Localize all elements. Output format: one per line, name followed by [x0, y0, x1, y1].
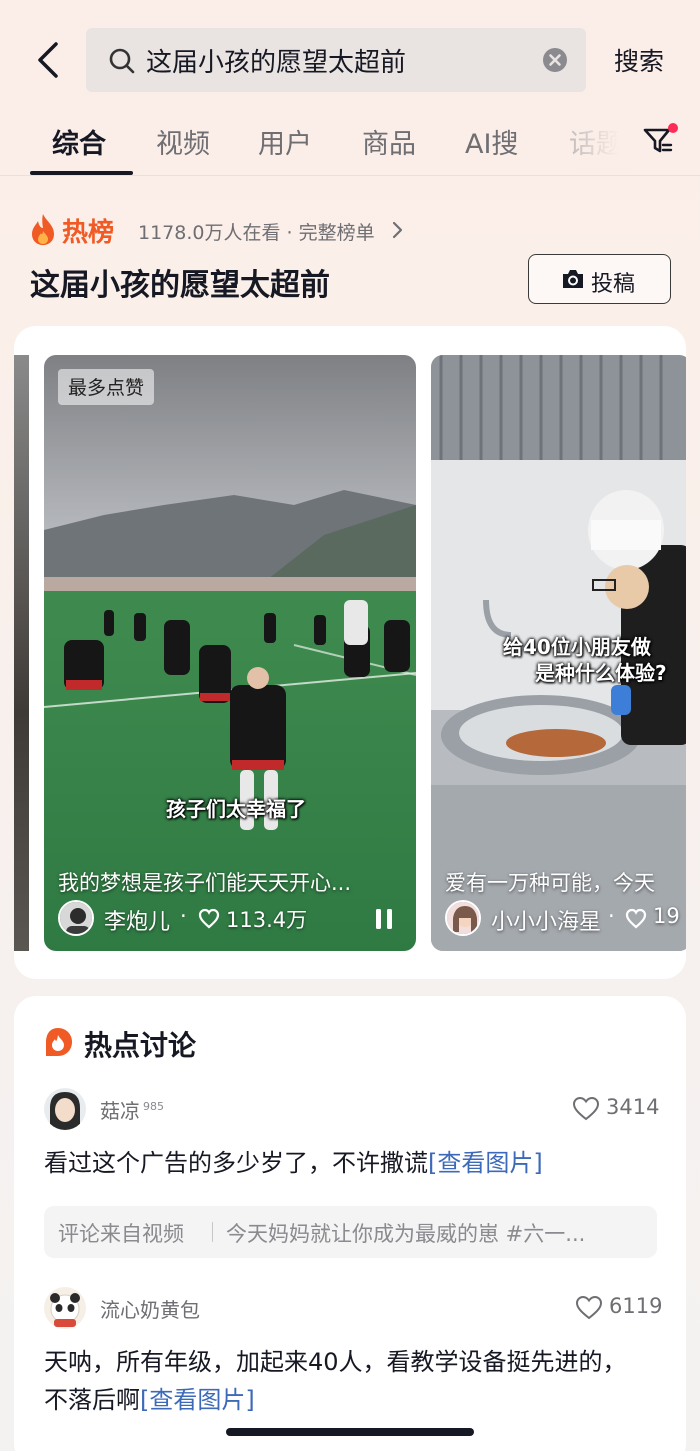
comment-source-text: 今天妈妈就让你成为最威的崽 #六一... — [226, 1222, 586, 1246]
tab-bar: 综合 视频 用户 商品 AI搜 话题 — [0, 108, 700, 176]
video-author-name[interactable]: 小小小海星 — [491, 904, 601, 936]
heart-icon — [198, 908, 220, 929]
view-image-link[interactable]: [查看图片] — [140, 1386, 255, 1414]
separator-dot: · — [608, 904, 615, 928]
video-overlay-caption-line1: 给40位小朋友做 — [503, 635, 651, 659]
comment-like-count: 3414 — [606, 1095, 660, 1119]
discussion-flame-icon — [46, 1028, 72, 1056]
post-button[interactable]: 投稿 — [528, 254, 671, 304]
search-button[interactable]: 搜索 — [614, 42, 664, 78]
tab-products[interactable]: 商品 — [362, 122, 416, 161]
camera-icon — [563, 270, 583, 288]
hot-list-meta[interactable]: 1178.0万人在看 · 完整榜单 — [138, 218, 375, 245]
heart-icon — [625, 908, 647, 929]
search-query[interactable]: 这届小孩的愿望太超前 — [146, 42, 406, 79]
back-button[interactable] — [30, 38, 70, 82]
previous-video-peek[interactable] — [14, 355, 29, 951]
comment-source[interactable]: 评论来自视频 今天妈妈就让你成为最威的崽 #六一... — [44, 1206, 657, 1258]
separator-dot: · — [180, 904, 187, 928]
video-author-name[interactable]: 李炮儿 — [104, 904, 170, 936]
avatar[interactable] — [44, 1287, 86, 1329]
video-carousel: 最多点赞 孩子们太幸福了 我的梦想是孩子们能天天开心... 李炮儿 · 113.… — [14, 326, 686, 979]
video-overlay-caption: 孩子们太幸福了 — [166, 797, 306, 821]
active-tab-indicator — [30, 171, 133, 175]
flame-icon — [32, 214, 54, 245]
video-caption: 我的梦想是孩子们能天天开心... — [58, 871, 352, 895]
back-arrow-icon — [38, 42, 58, 78]
filter-icon[interactable] — [640, 120, 680, 160]
like-icon[interactable] — [575, 1295, 603, 1321]
tab-ai-search[interactable]: AI搜 — [465, 122, 518, 161]
video-caption: 爱有一万种可能，今天 — [445, 871, 655, 895]
most-liked-badge: 最多点赞 — [58, 369, 155, 405]
comment-text: 看过这个广告的多少岁了，不许撒谎[查看图片] — [44, 1149, 543, 1177]
search-header: 这届小孩的愿望太超前 搜索 — [0, 0, 700, 118]
tab-users[interactable]: 用户 — [258, 122, 312, 161]
hot-list-label: 热榜 — [62, 218, 115, 248]
comment-item: 流心奶黄包 6119 天呐，所有年级，加起来40人，看教学设备挺先进的，不落后啊… — [44, 1287, 662, 1451]
clear-icon[interactable] — [542, 47, 568, 73]
comment-like-count: 6119 — [609, 1294, 663, 1318]
avatar[interactable] — [44, 1088, 86, 1130]
comment-text: 天呐，所有年级，加起来40人，看教学设备挺先进的，不落后啊[查看图片] — [44, 1348, 627, 1414]
pause-icon[interactable] — [374, 907, 394, 931]
video-likes: 113.4万 — [226, 908, 308, 932]
discussion-title: 热点讨论 — [84, 1029, 197, 1062]
search-icon — [109, 48, 135, 74]
avatar[interactable] — [58, 900, 94, 936]
user-tag: 985 — [143, 1100, 164, 1114]
comment-username[interactable]: 流心奶黄包 — [100, 1294, 200, 1323]
comment-item: 菇凉 985 3414 看过这个广告的多少岁了，不许撒谎[查看图片] 评论来自视频… — [44, 1088, 660, 1268]
post-button-label: 投稿 — [591, 272, 636, 297]
tab-video[interactable]: 视频 — [156, 122, 210, 161]
avatar[interactable] — [445, 900, 481, 936]
comment-username[interactable]: 菇凉 985 — [100, 1095, 164, 1124]
search-input[interactable]: 这届小孩的愿望太超前 — [86, 28, 586, 92]
like-icon[interactable] — [572, 1096, 600, 1122]
divider — [212, 1222, 213, 1242]
tab-comprehensive[interactable]: 综合 — [52, 122, 106, 161]
video-card[interactable]: 给40位小朋友做 是种什么体验? 爱有一万种可能，今天 小小小海星 · 19 — [431, 355, 686, 951]
video-overlay-caption-line2: 是种什么体验? — [535, 661, 667, 685]
home-indicator[interactable] — [226, 1428, 474, 1436]
view-image-link[interactable]: [查看图片] — [428, 1149, 543, 1177]
topic-title: 这届小孩的愿望太超前 — [30, 268, 330, 303]
comment-source-label: 评论来自视频 — [58, 1222, 184, 1246]
video-likes: 19 — [653, 904, 680, 928]
tab-fade — [560, 108, 630, 174]
chevron-right-icon — [392, 221, 403, 239]
video-card[interactable]: 最多点赞 孩子们太幸福了 我的梦想是孩子们能天天开心... 李炮儿 · 113.… — [44, 355, 416, 951]
hot-discussion-panel: 热点讨论 菇凉 985 3414 看过这个广告的多少岁了，不许撒谎[查看图片] 评… — [14, 996, 686, 1451]
video-thumbnail-soccer-field — [44, 355, 416, 951]
